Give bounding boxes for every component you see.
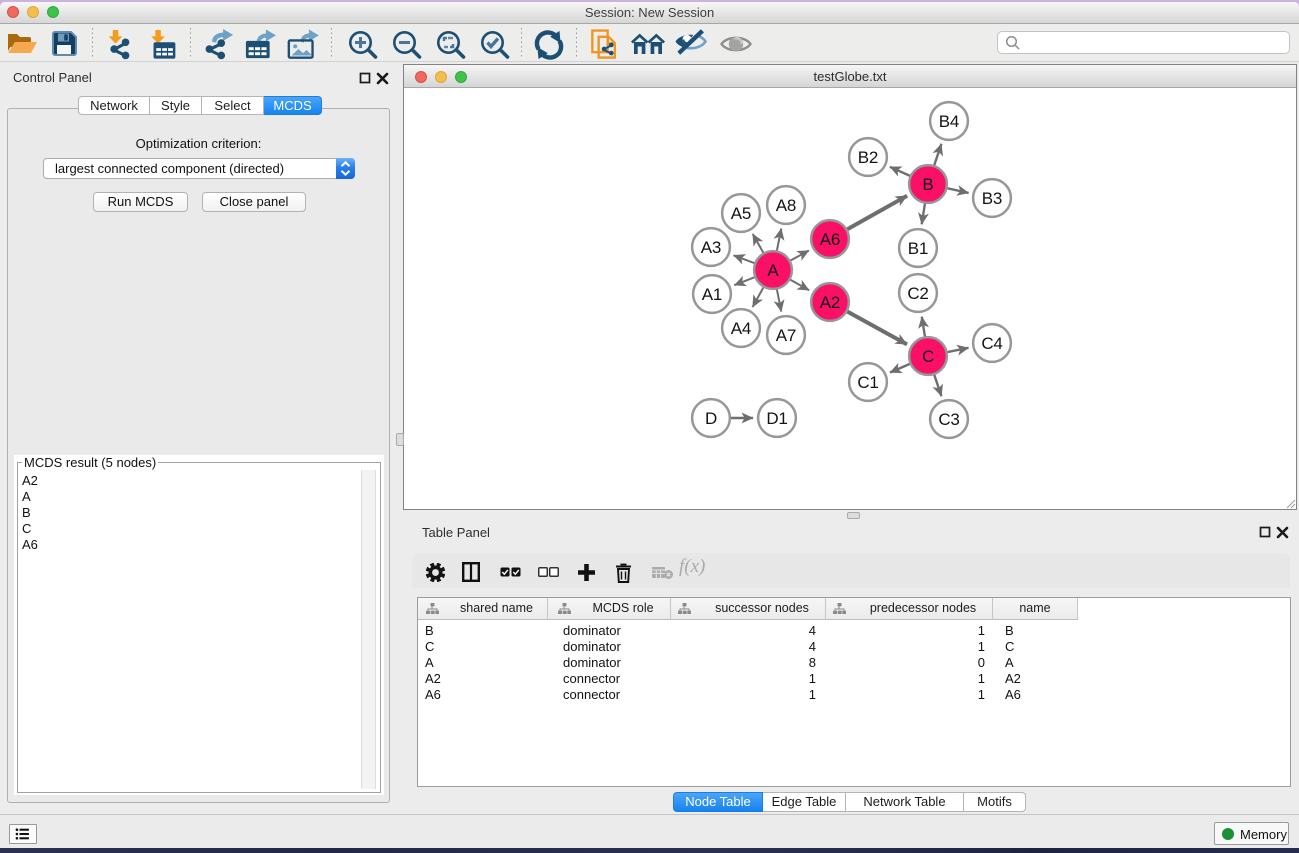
svg-text:D1: D1 (766, 409, 787, 428)
svg-text:A: A (767, 261, 779, 280)
svg-text:C3: C3 (938, 410, 959, 429)
svg-text:C1: C1 (857, 373, 878, 392)
svg-text:A3: A3 (701, 238, 721, 257)
svg-text:A4: A4 (731, 319, 751, 338)
svg-text:B2: B2 (858, 148, 878, 167)
svg-text:B3: B3 (982, 189, 1002, 208)
svg-text:D: D (705, 409, 717, 428)
svg-text:B1: B1 (908, 239, 928, 258)
svg-text:C4: C4 (981, 334, 1002, 353)
svg-text:C: C (922, 347, 934, 366)
svg-text:C2: C2 (907, 284, 928, 303)
svg-text:A2: A2 (820, 293, 840, 312)
svg-text:A5: A5 (731, 204, 751, 223)
svg-text:A6: A6 (820, 230, 840, 249)
svg-text:A1: A1 (702, 285, 722, 304)
svg-text:B: B (922, 175, 933, 194)
svg-text:B4: B4 (939, 112, 959, 131)
svg-text:A7: A7 (776, 326, 796, 345)
svg-text:A8: A8 (776, 196, 796, 215)
